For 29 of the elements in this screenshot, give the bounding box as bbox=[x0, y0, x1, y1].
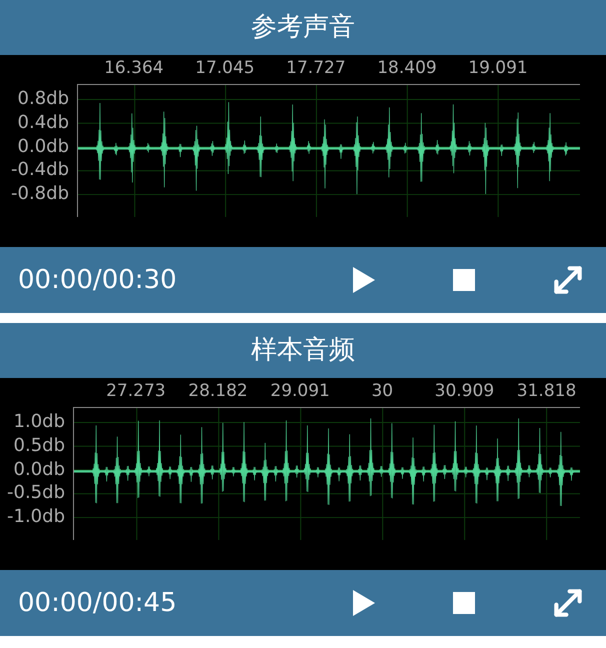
panel-title: 参考声音 bbox=[251, 11, 355, 44]
y-axis-label: -0.8db bbox=[11, 185, 69, 204]
y-axis-label: 1.0db bbox=[14, 412, 65, 431]
stop-icon bbox=[453, 269, 475, 291]
x-axis-label: 30 bbox=[371, 380, 394, 403]
y-axis-label: 0.0db bbox=[18, 138, 69, 156]
x-axis-label: 28.182 bbox=[188, 380, 248, 403]
panel-title: 样本音频 bbox=[251, 334, 355, 367]
y-axis-label: 0.5db bbox=[14, 436, 65, 455]
play-icon bbox=[353, 267, 375, 293]
play-icon bbox=[353, 590, 375, 616]
y-axis-label: 0.0db bbox=[14, 460, 65, 478]
y-axis-label: -0.5db bbox=[7, 484, 65, 502]
x-axis-label: 17.727 bbox=[286, 57, 346, 80]
x-axis-label: 17.045 bbox=[195, 57, 255, 80]
y-axis-label: -0.4db bbox=[11, 161, 69, 180]
y-axis-label: -1.0db bbox=[7, 508, 65, 526]
y-axis-label: 0.4db bbox=[18, 114, 69, 132]
time-display: 00:00/00:30 bbox=[18, 264, 178, 296]
x-axis-label: 16.364 bbox=[104, 57, 164, 80]
x-axis-label: 27.273 bbox=[106, 380, 166, 403]
x-axis-label: 29.091 bbox=[270, 380, 330, 403]
time-display: 00:00/00:45 bbox=[18, 586, 178, 620]
x-axis-label: 30.909 bbox=[434, 380, 494, 403]
stop-icon bbox=[453, 592, 475, 614]
x-axis-label: 18.409 bbox=[377, 57, 437, 80]
y-axis-label: 0.8db bbox=[18, 90, 69, 108]
x-axis-label: 19.091 bbox=[468, 57, 528, 80]
x-axis-label: 31.818 bbox=[516, 380, 576, 403]
